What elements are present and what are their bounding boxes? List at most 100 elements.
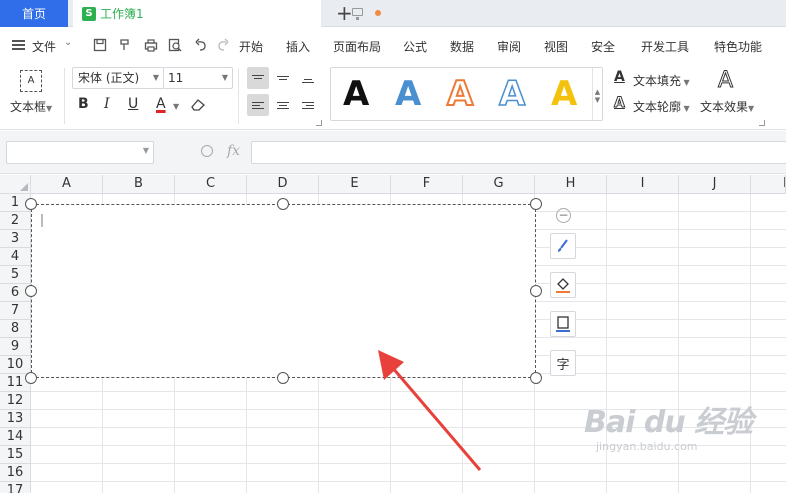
resize-handle-top-left[interactable] — [25, 198, 37, 210]
column-header[interactable]: E — [319, 175, 391, 194]
font-name-select[interactable]: 宋体 (正文) ▼ — [72, 67, 164, 89]
underline-button[interactable]: U — [128, 96, 138, 112]
text-art-style-2[interactable]: A — [395, 74, 421, 114]
format-painter-icon[interactable] — [118, 38, 132, 52]
row-header[interactable]: 9 — [0, 338, 31, 356]
row-header[interactable]: 4 — [0, 248, 31, 266]
menu-item-formula[interactable]: 公式 — [403, 38, 427, 55]
redo-icon[interactable] — [216, 38, 230, 52]
row-header[interactable]: 7 — [0, 302, 31, 320]
resize-handle-left[interactable] — [25, 285, 37, 297]
row-header[interactable]: 2 — [0, 212, 31, 230]
resize-handle-right[interactable] — [530, 285, 542, 297]
row-header[interactable]: 10 — [0, 356, 31, 374]
row-header[interactable]: 15 — [0, 446, 31, 464]
unsaved-dot-icon — [375, 10, 381, 16]
row-header[interactable]: 14 — [0, 428, 31, 446]
align-left-button[interactable] — [247, 94, 269, 116]
file-menu[interactable]: 文件 — [32, 38, 56, 55]
name-box[interactable]: ▼ — [6, 141, 154, 164]
resize-handle-bottom-right[interactable] — [530, 372, 542, 384]
shape-fill-button[interactable] — [550, 272, 576, 298]
align-bottom-button[interactable] — [297, 70, 319, 92]
column-header[interactable]: F — [391, 175, 463, 194]
textbox-button[interactable]: 文本框▼ — [10, 98, 52, 115]
menu-item-page-layout[interactable]: 页面布局 — [333, 38, 381, 55]
column-header[interactable]: I — [607, 175, 679, 194]
menu-item-data[interactable]: 数据 — [450, 38, 474, 55]
tab-workbook[interactable]: S 工作簿1 — [73, 0, 381, 27]
tab-home[interactable]: 首页 — [0, 0, 68, 27]
shape-style-button[interactable] — [550, 233, 576, 259]
shape-outline-button[interactable] — [550, 311, 576, 337]
resize-handle-bottom[interactable] — [277, 372, 289, 384]
column-header[interactable]: A — [31, 175, 103, 194]
row-header[interactable]: 3 — [0, 230, 31, 248]
text-fill-button[interactable]: 文本填充 ▼ — [633, 72, 690, 89]
save-icon[interactable] — [93, 38, 107, 52]
dialog-launcher-icon[interactable] — [316, 120, 322, 126]
textbox-icon[interactable]: A — [20, 70, 42, 92]
print-preview-icon[interactable] — [168, 38, 182, 52]
text-effect-label: 文本效果 — [700, 100, 749, 114]
menu-item-home[interactable]: 开始 — [239, 38, 263, 55]
row-header[interactable]: 8 — [0, 320, 31, 338]
font-size-value: 11 — [168, 71, 184, 85]
column-header[interactable]: G — [463, 175, 535, 194]
textbox-label: 文本框 — [10, 100, 47, 114]
dialog-launcher-icon[interactable] — [759, 120, 765, 126]
bold-button[interactable]: B — [78, 96, 89, 112]
row-header[interactable]: 16 — [0, 464, 31, 482]
menu-item-review[interactable]: 审阅 — [497, 38, 521, 55]
insert-function-button[interactable]: fx — [227, 143, 240, 159]
chevron-down-icon[interactable]: ⌄ — [64, 37, 72, 48]
align-middle-button[interactable] — [272, 67, 294, 89]
column-header[interactable]: K — [751, 175, 786, 194]
text-art-style-3[interactable]: A — [446, 73, 474, 115]
tab-workbook-title: 工作簿1 — [100, 7, 144, 21]
column-header[interactable]: D — [247, 175, 319, 194]
monitor-icon[interactable] — [352, 8, 363, 20]
row-header[interactable]: 12 — [0, 392, 31, 410]
text-art-style-1[interactable]: A — [343, 74, 369, 114]
print-icon[interactable] — [144, 38, 158, 52]
menu-item-insert[interactable]: 插入 — [286, 38, 310, 55]
column-header[interactable]: J — [679, 175, 751, 194]
italic-button[interactable]: I — [104, 96, 110, 112]
undo-icon[interactable] — [194, 38, 208, 52]
text-art-style-4[interactable]: A — [498, 73, 526, 115]
row-header[interactable]: 17 — [0, 482, 31, 493]
select-all-corner[interactable] — [0, 175, 31, 194]
dropdown-arrow-icon[interactable]: ▼ — [173, 102, 179, 111]
align-top-button[interactable] — [247, 67, 269, 89]
menu-item-special[interactable]: 特色功能 — [714, 38, 762, 55]
menu-item-developer[interactable]: 开发工具 — [641, 38, 689, 55]
formula-input[interactable] — [251, 141, 786, 164]
column-header[interactable]: B — [103, 175, 175, 194]
text-effect-button[interactable]: 文本效果▼ — [700, 98, 754, 115]
eraser-icon[interactable] — [190, 97, 207, 112]
font-color-button[interactable]: A — [156, 96, 166, 112]
align-right-button[interactable] — [297, 94, 319, 116]
text-outline-button[interactable]: 文本轮廓 ▼ — [633, 98, 690, 115]
zoom-icon[interactable] — [201, 145, 213, 157]
dropdown-arrow-icon[interactable]: ▼ — [143, 146, 149, 155]
hamburger-menu-icon[interactable] — [12, 40, 25, 50]
text-wrap-button[interactable]: 字 — [550, 350, 576, 376]
resize-handle-bottom-left[interactable] — [25, 372, 37, 384]
row-header[interactable]: 5 — [0, 266, 31, 284]
text-art-style-5[interactable]: A — [551, 74, 577, 114]
collapse-toolbar-button[interactable]: − — [556, 208, 571, 223]
align-center-button[interactable] — [272, 94, 294, 116]
resize-handle-top[interactable] — [277, 198, 289, 210]
gallery-scroll-button[interactable]: ▲ ▼ — [592, 68, 602, 120]
column-header[interactable]: H — [535, 175, 607, 194]
new-tab-button[interactable]: + — [336, 2, 353, 24]
menu-item-security[interactable]: 安全 — [591, 38, 615, 55]
resize-handle-top-right[interactable] — [530, 198, 542, 210]
menu-item-view[interactable]: 视图 — [544, 38, 568, 55]
column-header[interactable]: C — [175, 175, 247, 194]
row-header[interactable]: 13 — [0, 410, 31, 428]
baidu-watermark: Bai du 经验 jingyan.baidu.com — [584, 406, 753, 454]
font-size-select[interactable]: 11 ▼ — [163, 67, 233, 89]
